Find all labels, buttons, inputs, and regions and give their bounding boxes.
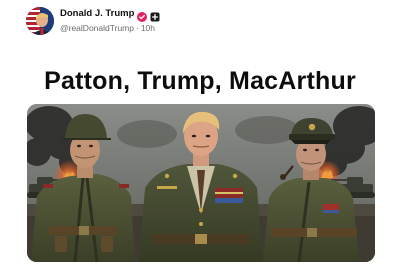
- post-headline: Patton, Trump, MacArthur: [44, 67, 356, 95]
- post-image[interactable]: [27, 104, 375, 262]
- author-name-row: Donald J. Trump: [60, 7, 160, 22]
- post-header: Donald J. Trump @realDonaldTrump · 10h: [26, 5, 386, 37]
- avatar-image: [26, 7, 54, 35]
- meta-separator: ·: [135, 23, 139, 33]
- military-officers-illustration: [27, 104, 375, 262]
- verified-badge-icon: [137, 9, 148, 22]
- author-avatar[interactable]: [26, 7, 54, 35]
- plus-square-icon[interactable]: [150, 9, 160, 22]
- post-timestamp[interactable]: 10h: [141, 22, 155, 34]
- social-post: Donald J. Trump @realDonaldTrump · 10h P…: [0, 0, 400, 267]
- author-display-name[interactable]: Donald J. Trump: [60, 8, 134, 20]
- author-handle[interactable]: @realDonaldTrump: [60, 22, 134, 34]
- author-handle-row: @realDonaldTrump · 10h: [60, 22, 155, 34]
